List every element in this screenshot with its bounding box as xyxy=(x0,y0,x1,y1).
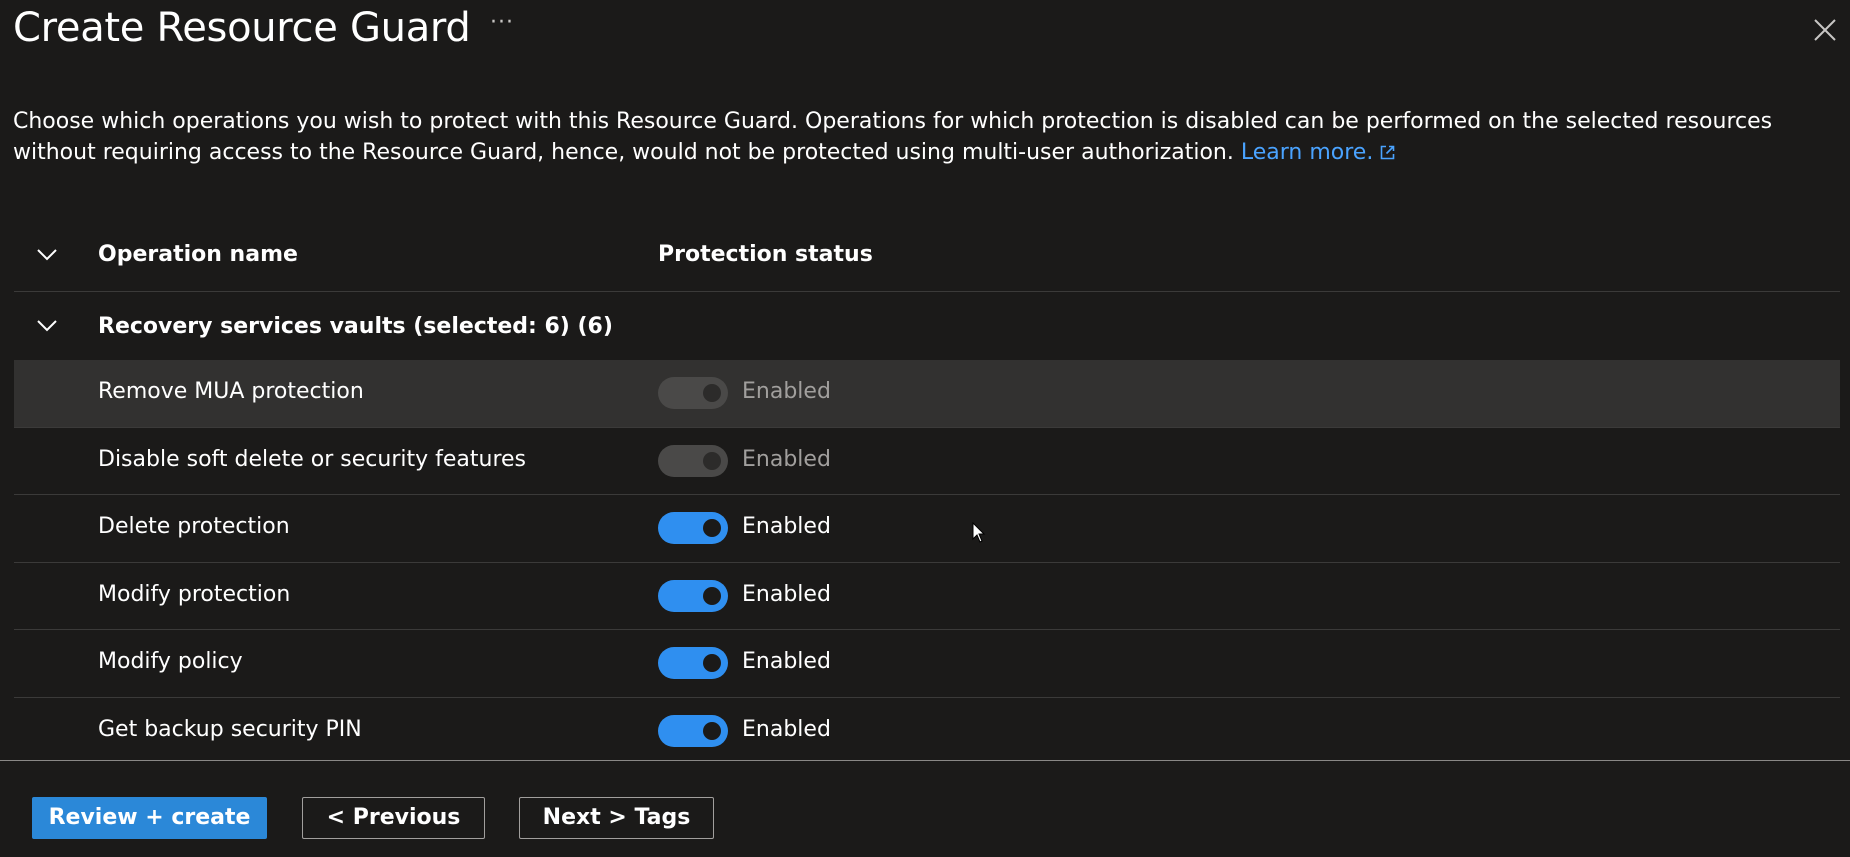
protection-toggle[interactable] xyxy=(658,512,728,544)
protection-status-label: Enabled xyxy=(742,581,831,607)
blade-header: Create Resource Guard ··· xyxy=(0,0,1850,60)
description: Choose which operations you wish to prot… xyxy=(13,106,1823,168)
toggle-knob xyxy=(703,586,721,605)
protection-status-label: Enabled xyxy=(742,379,831,404)
protection-status-label: Enabled xyxy=(742,446,831,472)
group-label: Recovery services vaults (selected: 6) (… xyxy=(98,314,613,339)
protection-toggle xyxy=(658,377,728,409)
toggle-knob xyxy=(703,654,721,672)
protection-status-label: Enabled xyxy=(742,716,831,742)
table-row: Remove MUA protection Enabled xyxy=(14,360,1840,428)
toggle-knob xyxy=(703,519,721,537)
operation-name: Disable soft delete or security features xyxy=(98,446,527,472)
operation-name: Modify protection xyxy=(98,581,291,607)
operation-name: Remove MUA protection xyxy=(98,379,364,404)
protection-toggle[interactable] xyxy=(658,579,728,612)
collapse-all-chevron-icon[interactable] xyxy=(34,242,60,268)
page-title: Create Resource Guard xyxy=(13,5,471,51)
table-row: Disable soft delete or security features… xyxy=(14,428,1840,495)
table-row: Modify protection Enabled xyxy=(14,563,1840,630)
group-row-recovery-vaults[interactable]: Recovery services vaults (selected: 6) (… xyxy=(14,292,1840,360)
next-tags-button[interactable]: Next > Tags xyxy=(519,797,714,839)
grid-header: Operation name Protection status xyxy=(14,222,1840,292)
close-icon[interactable] xyxy=(1812,17,1838,43)
toggle-knob xyxy=(703,451,721,470)
operation-name: Get backup security PIN xyxy=(98,716,362,742)
toggle-knob xyxy=(703,721,721,740)
review-create-button[interactable]: Review + create xyxy=(32,797,267,839)
protection-status-label: Enabled xyxy=(742,649,831,674)
operation-name: Modify policy xyxy=(98,649,243,674)
protection-toggle[interactable] xyxy=(658,647,728,679)
operations-grid: Operation name Protection status Recover… xyxy=(14,222,1840,765)
toggle-knob xyxy=(703,384,721,402)
learn-more-link[interactable]: Learn more. xyxy=(1241,140,1396,165)
more-options-icon[interactable]: ··· xyxy=(490,10,514,35)
column-header-operation[interactable]: Operation name xyxy=(98,242,298,267)
column-header-status[interactable]: Protection status xyxy=(658,242,873,267)
table-row: Modify policy Enabled xyxy=(14,630,1840,698)
description-text: Choose which operations you wish to prot… xyxy=(13,109,1773,165)
group-chevron-icon[interactable] xyxy=(34,313,60,339)
table-row: Delete protection Enabled xyxy=(14,495,1840,563)
operation-name: Delete protection xyxy=(98,514,290,539)
protection-toggle xyxy=(658,444,728,477)
mouse-cursor-icon xyxy=(972,522,986,543)
table-row: Get backup security PIN Enabled xyxy=(14,698,1840,766)
protection-status-label: Enabled xyxy=(742,514,831,539)
protection-toggle[interactable] xyxy=(658,714,728,747)
footer-divider xyxy=(0,760,1850,761)
previous-button[interactable]: < Previous xyxy=(302,797,485,839)
external-link-icon xyxy=(1381,145,1395,160)
